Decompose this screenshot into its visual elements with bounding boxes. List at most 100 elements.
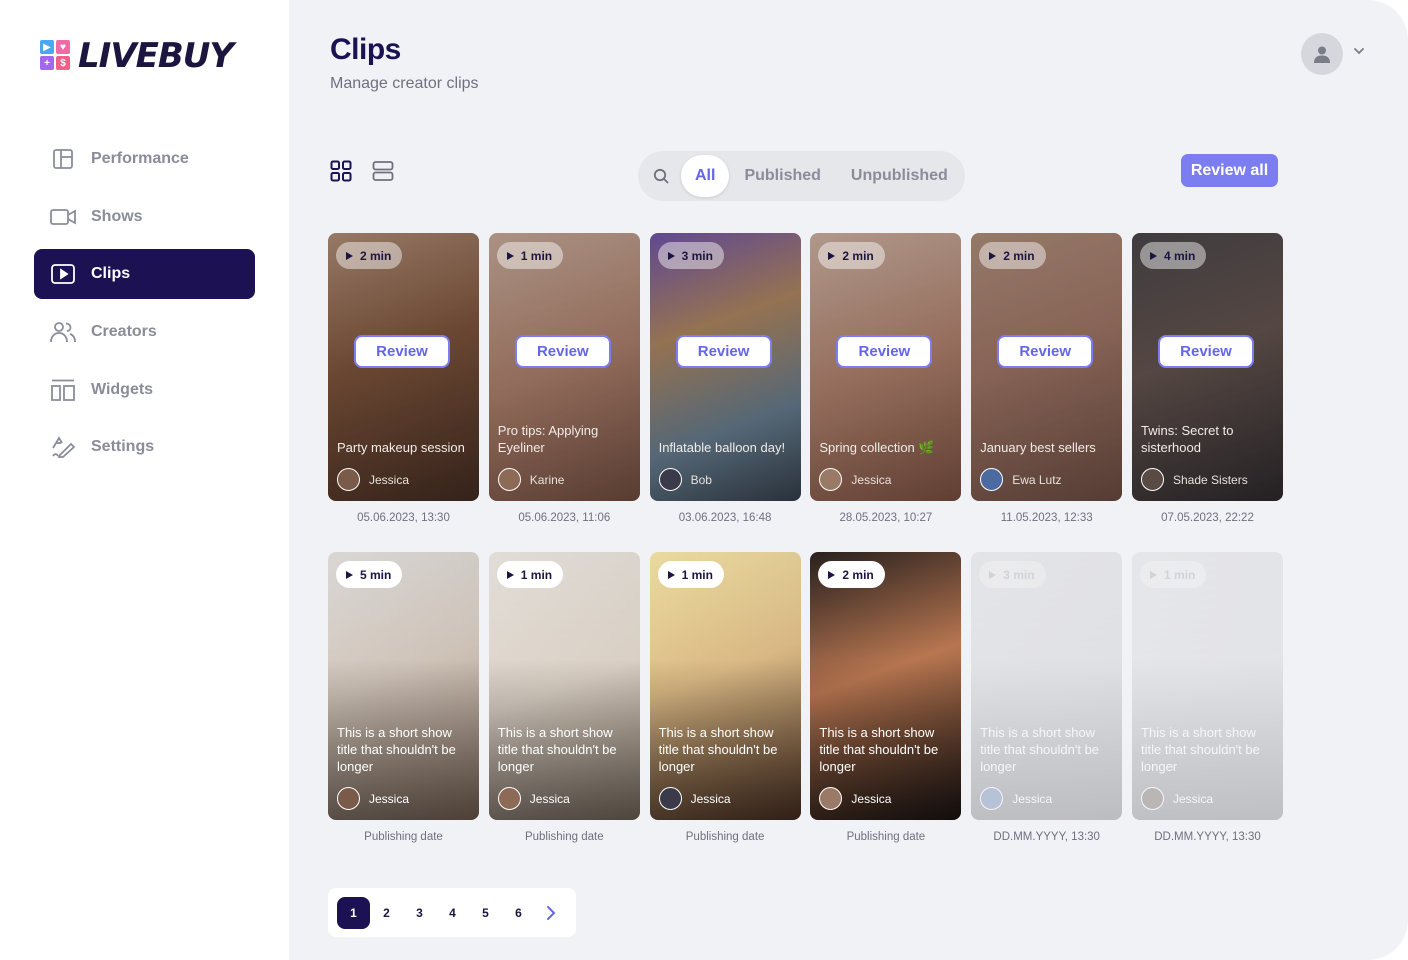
sidebar-item-performance[interactable]: Performance xyxy=(34,134,255,184)
user-avatar[interactable] xyxy=(1301,33,1343,75)
clip-card[interactable]: 1 min This is a short show title that sho… xyxy=(1132,552,1283,820)
clip-card[interactable]: 3 min This is a short show title that sho… xyxy=(971,552,1123,820)
chevron-right-icon[interactable] xyxy=(539,897,563,929)
clip-card[interactable]: 2 min Review Spring collection 🌿 Jessica xyxy=(810,233,962,501)
clip-card[interactable]: 1 min This is a short show title that sho… xyxy=(649,552,801,820)
pen-settings-icon xyxy=(50,434,76,460)
clip-date: DD.MM.YYYY, 13:30 xyxy=(993,831,1100,843)
clip-title: January best sellers xyxy=(980,440,1096,455)
page-button-6[interactable]: 6 xyxy=(502,897,535,929)
duration-badge: 1 min xyxy=(496,561,564,588)
review-button[interactable]: Review xyxy=(354,335,450,368)
search-icon[interactable] xyxy=(641,168,681,184)
clip-card[interactable]: 1 min This is a short show title that sho… xyxy=(488,552,640,820)
logo-text: LIVEBUY xyxy=(78,36,234,76)
review-button[interactable]: Review xyxy=(514,335,611,368)
review-button[interactable]: Review xyxy=(997,335,1094,368)
clip-card[interactable]: 5 min This is a short show title that sho… xyxy=(328,552,479,820)
sidebar-item-label: Performance xyxy=(91,150,189,167)
clip-title: Inflatable balloon day! xyxy=(658,440,786,455)
clip-card[interactable]: 2 min This is a short show title that sho… xyxy=(810,552,962,820)
review-all-button[interactable]: Review all xyxy=(1181,154,1278,187)
author-avatar xyxy=(980,468,1004,491)
author-name: Ewa Lutz xyxy=(1012,472,1062,487)
layout-icon xyxy=(50,146,76,172)
clip-author: Jessica xyxy=(658,787,731,810)
thumbnail-overlay xyxy=(971,552,1123,820)
duration-text: 2 min xyxy=(360,248,392,263)
duration-text: 2 min xyxy=(842,248,874,263)
clip-author: Karine xyxy=(497,468,564,491)
clip-date: Publishing date xyxy=(846,831,926,843)
sidebar-item-shows[interactable]: Shows xyxy=(34,192,255,242)
clip-author: Bob xyxy=(658,468,712,491)
duration-text: 2 min xyxy=(1003,248,1035,263)
thumbnail-overlay xyxy=(649,552,801,820)
review-button[interactable]: Review xyxy=(1158,335,1254,368)
author-avatar xyxy=(337,787,360,810)
page-button-2[interactable]: 2 xyxy=(370,897,403,929)
play-icon xyxy=(989,251,997,260)
view-toggle xyxy=(330,160,394,182)
list-view-icon[interactable] xyxy=(372,160,394,182)
sidebar-item-creators[interactable]: Creators xyxy=(34,307,255,357)
sidebar-item-label: Clips xyxy=(91,265,131,283)
author-name: Jessica xyxy=(851,791,892,806)
users-icon xyxy=(50,319,76,345)
sidebar-item-label: Settings xyxy=(91,438,155,456)
review-button[interactable]: Review xyxy=(675,335,772,368)
page-button-3[interactable]: 3 xyxy=(403,897,436,929)
clip-card[interactable]: 4 min Review Twins: Secret to sisterhood Sh… xyxy=(1132,233,1283,501)
clip-title: Pro tips: Applying Eyeliner xyxy=(497,423,599,455)
clip-date: 11.05.2023, 12:33 xyxy=(1000,512,1093,524)
author-avatar xyxy=(819,468,843,491)
clip-card[interactable]: 1 min Review Pro tips: Applying Eyeliner Ka… xyxy=(488,233,640,501)
clip-date: Publishing date xyxy=(685,831,765,843)
duration-badge: 3 min xyxy=(657,242,724,269)
author-avatar xyxy=(337,468,360,491)
clip-title: This is a short show title that shouldn'… xyxy=(819,725,939,774)
filter-tab-unpublished[interactable]: Unpublished xyxy=(836,155,963,197)
author-name: Jessica xyxy=(690,791,731,806)
duration-badge: 5 min xyxy=(336,561,403,588)
logo[interactable]: ▶ ♥ + $ LIVEBUY xyxy=(40,36,234,76)
author-name: Jessica xyxy=(529,791,570,806)
sidebar-nav: Performance Shows Clips Creators Widgets xyxy=(34,134,255,480)
clip-author: Jessica xyxy=(980,787,1052,810)
author-name: Jessica xyxy=(1012,791,1053,806)
author-avatar xyxy=(658,787,682,810)
thumbnail-overlay xyxy=(328,552,479,820)
sidebar-item-widgets[interactable]: Widgets xyxy=(34,365,255,415)
play-icon xyxy=(828,570,836,579)
page-button-5[interactable]: 5 xyxy=(469,897,502,929)
page-button-4[interactable]: 4 xyxy=(436,897,469,929)
clip-author: Jessica xyxy=(337,468,409,491)
duration-text: 3 min xyxy=(681,248,713,263)
review-button[interactable]: Review xyxy=(836,335,933,368)
author-avatar xyxy=(658,468,682,491)
duration-badge: 3 min xyxy=(979,561,1046,588)
play-icon xyxy=(506,570,514,579)
clip-title: This is a short show title that shouldn'… xyxy=(337,725,456,774)
clip-date: 05.06.2023, 13:30 xyxy=(357,512,450,524)
clip-author: Ewa Lutz xyxy=(980,468,1062,491)
page-title: Clips xyxy=(330,33,401,66)
filter-tab-all[interactable]: All xyxy=(681,155,730,197)
sidebar-item-settings[interactable]: Settings xyxy=(34,422,255,472)
grid-view-icon[interactable] xyxy=(330,160,352,182)
duration-badge: 2 min xyxy=(818,561,885,588)
clip-card[interactable]: 2 min Review Party makeup session Jessica xyxy=(328,233,479,501)
sidebar-item-clips[interactable]: Clips xyxy=(34,249,255,300)
clip-date: 03.06.2023, 16:48 xyxy=(678,512,772,524)
clip-title: Spring collection 🌿 xyxy=(819,440,935,455)
clip-card[interactable]: 2 min Review January best sellers Ewa Lutz xyxy=(971,233,1123,501)
clip-card[interactable]: 3 min Review Inflatable balloon day! Bob xyxy=(649,233,801,501)
duration-text: 1 min xyxy=(520,567,553,582)
play-square-icon xyxy=(50,261,76,287)
chevron-down-icon[interactable] xyxy=(1352,44,1366,58)
duration-badge: 4 min xyxy=(1140,242,1207,269)
filter-tab-published[interactable]: Published xyxy=(729,155,835,197)
page-button-1[interactable]: 1 xyxy=(337,896,370,929)
clip-author: Jessica xyxy=(497,787,570,810)
author-name: Shade Sisters xyxy=(1173,472,1248,487)
